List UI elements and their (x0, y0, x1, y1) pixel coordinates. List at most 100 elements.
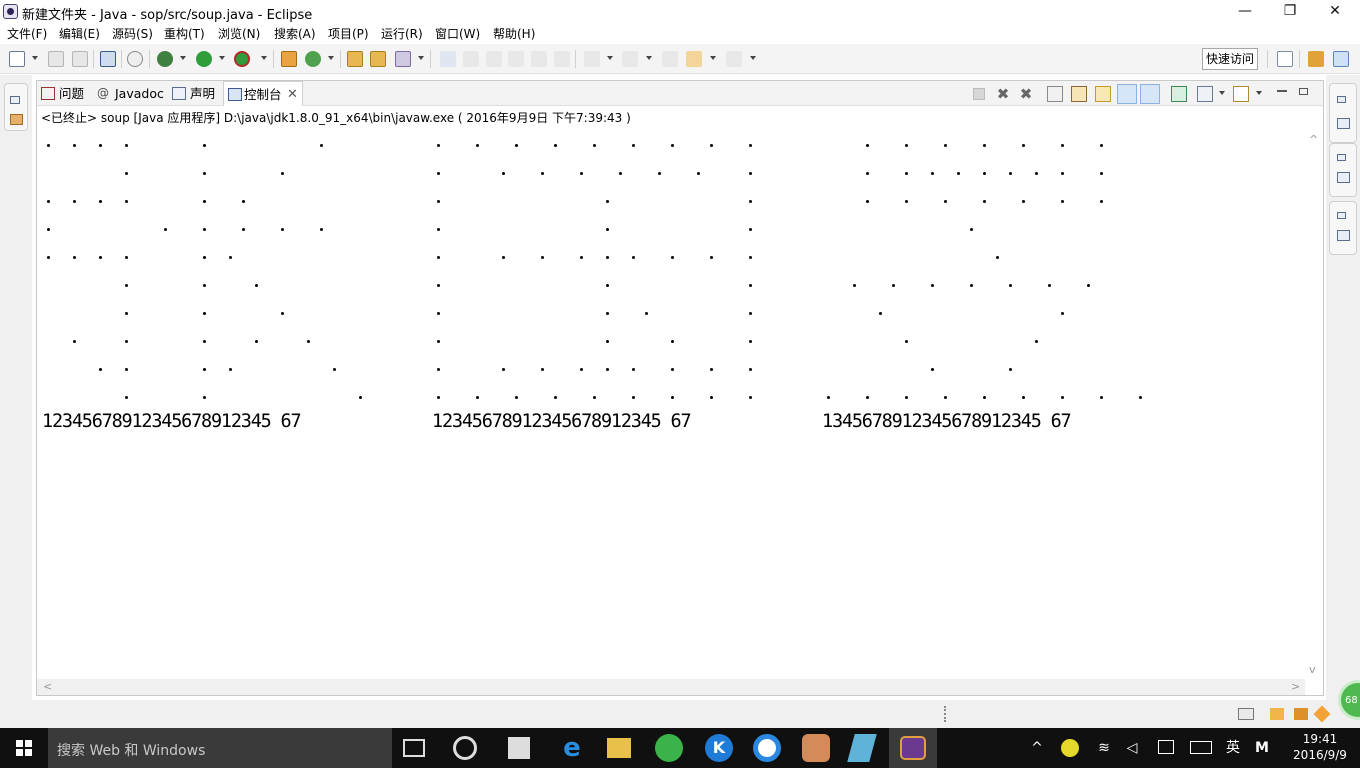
restore-icon[interactable] (1337, 96, 1346, 103)
open-folder-icon[interactable] (370, 51, 386, 67)
maximize-view-icon[interactable] (1299, 88, 1308, 95)
editor-area-icon[interactable] (1337, 230, 1350, 241)
tab-declaration[interactable]: 声明 (172, 81, 222, 106)
package-explorer-icon[interactable] (10, 114, 23, 125)
pen-icon[interactable] (463, 51, 479, 67)
annotation-icon[interactable] (440, 51, 456, 67)
menu-edit[interactable]: 编辑(E) (59, 25, 100, 42)
ime-language[interactable]: 英 (1222, 728, 1244, 768)
pin-console-icon[interactable] (1171, 86, 1187, 102)
vertical-scrollbar[interactable]: ^ v (1305, 129, 1322, 681)
quick-access-field[interactable]: 快速访问 (1202, 48, 1258, 70)
terminate-icon[interactable] (973, 88, 985, 100)
scroll-left-icon[interactable]: < (43, 680, 52, 693)
notifications-icon[interactable] (1158, 740, 1174, 754)
chevron-down-icon[interactable] (646, 56, 652, 60)
show-on-stderr-icon[interactable] (1140, 84, 1160, 104)
save-all-icon[interactable] (72, 51, 88, 67)
pinwheel-app-icon[interactable] (453, 736, 477, 760)
next-annotation-icon[interactable] (584, 51, 600, 67)
terminal-icon[interactable] (100, 51, 116, 67)
menu-file[interactable]: 文件(F) (7, 25, 47, 42)
menu-run[interactable]: 运行(R) (381, 25, 423, 42)
eclipse-taskbar-button[interactable] (889, 728, 937, 768)
restore-icon[interactable] (1337, 154, 1346, 161)
scroll-right-icon[interactable]: > (1291, 680, 1300, 693)
new-class-icon[interactable] (305, 51, 321, 67)
start-button[interactable] (0, 728, 48, 768)
save-icon[interactable] (48, 51, 64, 67)
skip-breakpoints-icon[interactable] (127, 51, 143, 67)
menu-refactor[interactable]: 重构(T) (164, 25, 205, 42)
menu-navigate[interactable]: 浏览(N) (218, 25, 260, 42)
kugou-icon[interactable]: K (705, 734, 733, 762)
show-on-stdout-icon[interactable] (1117, 84, 1137, 104)
clear-console-icon[interactable] (1047, 86, 1063, 102)
store-icon[interactable] (508, 737, 530, 759)
block-icon[interactable] (508, 51, 524, 67)
last-edit-icon[interactable] (662, 51, 678, 67)
chevron-down-icon[interactable] (607, 56, 613, 60)
chevron-down-icon[interactable] (750, 56, 756, 60)
chevron-up-icon[interactable]: ^ (1028, 728, 1046, 768)
tab-problems[interactable]: 问题 (41, 81, 93, 106)
chevron-down-icon[interactable] (219, 56, 225, 60)
new-package-icon[interactable] (281, 51, 297, 67)
mark-icon[interactable] (486, 51, 502, 67)
menu-project[interactable]: 项目(P) (328, 25, 369, 42)
bookmark-icon[interactable] (1270, 708, 1284, 720)
scroll-up-icon[interactable]: ^ (1309, 133, 1318, 146)
close-button[interactable]: ✕ (1312, 0, 1358, 23)
pilcrow-icon[interactable] (554, 51, 570, 67)
tab-javadoc[interactable]: @ Javadoc (97, 81, 167, 106)
horizontal-scrollbar[interactable]: < > (37, 679, 1305, 695)
chevron-down-icon[interactable] (418, 56, 424, 60)
menu-window[interactable]: 窗口(W) (435, 25, 480, 42)
chevron-down-icon[interactable] (1256, 91, 1262, 95)
ime-mode[interactable]: M (1252, 728, 1272, 768)
wifi-icon[interactable]: ≋ (1094, 728, 1114, 768)
browser-360-icon[interactable] (655, 734, 683, 762)
taskbar-search-box[interactable]: 搜索 Web 和 Windows (48, 728, 392, 768)
debug-perspective-icon[interactable] (1308, 51, 1324, 67)
sogou-icon[interactable] (753, 734, 781, 762)
run-tools-icon[interactable] (234, 51, 250, 67)
task-icon[interactable] (1294, 708, 1308, 720)
format-icon[interactable] (531, 51, 547, 67)
edge-browser-icon[interactable]: e (558, 734, 586, 762)
run-icon[interactable] (196, 51, 212, 67)
task-view-icon[interactable] (403, 739, 425, 757)
restore-icon[interactable] (1337, 212, 1346, 219)
debug-icon[interactable] (157, 51, 173, 67)
notes-app-icon[interactable] (847, 734, 877, 762)
menu-search[interactable]: 搜索(A) (274, 25, 316, 42)
keyboard-icon[interactable] (1190, 741, 1212, 754)
tab-console[interactable]: 控制台 ✕ (223, 81, 303, 106)
file-explorer-icon[interactable] (607, 738, 631, 758)
close-icon[interactable]: ✕ (287, 82, 298, 107)
chevron-down-icon[interactable] (710, 56, 716, 60)
heap-status-icon[interactable] (1238, 708, 1254, 720)
chevron-down-icon[interactable] (180, 56, 186, 60)
remove-all-terminated-icon[interactable]: ✖ (1018, 86, 1034, 102)
word-wrap-icon[interactable] (1095, 86, 1111, 102)
pencil-icon[interactable] (1313, 705, 1331, 723)
volume-icon[interactable]: ◁ (1122, 728, 1142, 768)
previous-annotation-icon[interactable] (622, 51, 638, 67)
search-icon[interactable] (395, 51, 411, 67)
chevron-down-icon[interactable] (328, 56, 334, 60)
new-icon[interactable] (9, 51, 25, 67)
menu-source[interactable]: 源码(S) (112, 25, 153, 42)
minimize-view-icon[interactable] (1277, 90, 1287, 92)
people-app-icon[interactable] (802, 734, 830, 762)
java-perspective-icon[interactable] (1333, 51, 1349, 67)
chevron-down-icon[interactable] (32, 56, 38, 60)
menu-help[interactable]: 帮助(H) (493, 25, 535, 42)
scroll-lock-icon[interactable] (1071, 86, 1087, 102)
display-selected-console-icon[interactable] (1197, 86, 1213, 102)
maximize-button[interactable]: ❐ (1267, 0, 1313, 23)
clock[interactable]: 19:41 2016/9/9 (1284, 731, 1356, 763)
remove-launch-icon[interactable]: ✖ (995, 86, 1011, 102)
open-console-icon[interactable] (1233, 86, 1249, 102)
outline-icon[interactable] (1337, 172, 1350, 183)
